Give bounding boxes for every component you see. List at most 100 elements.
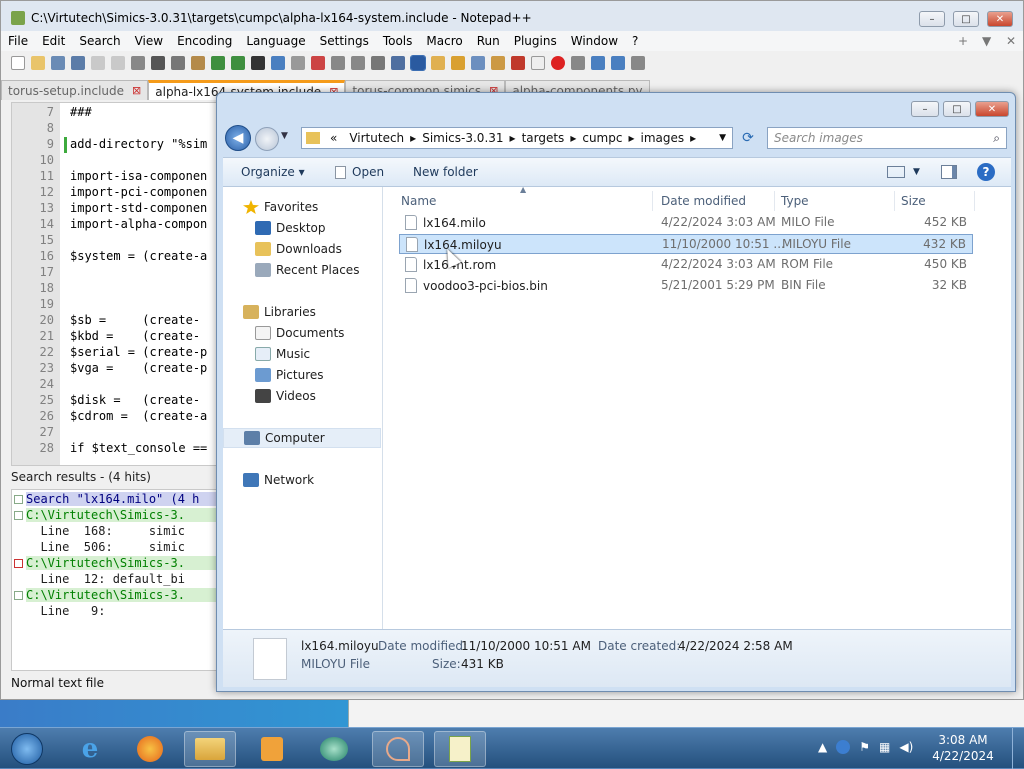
open-file-icon[interactable] bbox=[31, 56, 45, 70]
explorer-close-button[interactable]: ✕ bbox=[975, 101, 1009, 117]
word-wrap-icon[interactable] bbox=[371, 56, 385, 70]
code-editor[interactable]: 7 ### 8 9 add-directory "%sim 10 11 import-isa-… bbox=[11, 102, 219, 466]
menu-help[interactable]: ? bbox=[625, 34, 645, 48]
fold-toggle-icon[interactable] bbox=[14, 511, 23, 520]
run-macro-multiple-icon[interactable] bbox=[611, 56, 625, 70]
function-list-icon[interactable] bbox=[471, 56, 485, 70]
taskbar-firefox[interactable] bbox=[124, 731, 176, 767]
zoom-in-icon[interactable] bbox=[291, 56, 305, 70]
new-file-icon[interactable] bbox=[11, 56, 25, 70]
search-hit-line[interactable]: Line 168: simic bbox=[26, 524, 185, 538]
view-options-icon[interactable] bbox=[887, 166, 905, 178]
address-dropdown-icon[interactable]: ▼ bbox=[713, 133, 732, 143]
menu-tools[interactable]: Tools bbox=[376, 34, 420, 48]
zoom-out-icon[interactable] bbox=[311, 56, 325, 70]
view-dropdown-icon[interactable]: ▼ bbox=[913, 167, 920, 177]
taskbar-explorer[interactable] bbox=[184, 731, 236, 767]
column-header-date[interactable]: Date modified bbox=[655, 191, 775, 211]
close-tab-icon[interactable]: ⊠ bbox=[132, 84, 141, 97]
taskbar-internet-explorer[interactable]: e bbox=[64, 731, 116, 767]
back-button[interactable]: ◀ bbox=[225, 125, 251, 151]
copy-icon[interactable] bbox=[171, 56, 185, 70]
breadcrumb-overflow[interactable]: « bbox=[324, 131, 343, 145]
organize-button[interactable]: Organize ▾ bbox=[241, 165, 305, 179]
menu-plugins[interactable]: Plugins bbox=[507, 34, 564, 48]
taskbar-simics[interactable] bbox=[372, 731, 424, 767]
search-results-panel[interactable]: Search "lx164.milo" (4 h C:\Virtutech\Sim… bbox=[11, 489, 219, 671]
bluetooth-icon[interactable] bbox=[836, 740, 851, 754]
flag-icon[interactable]: ⚑ bbox=[859, 740, 870, 754]
stop-macro-icon[interactable] bbox=[571, 56, 585, 70]
open-button[interactable]: Open bbox=[335, 165, 384, 179]
explorer-minimize-button[interactable]: – bbox=[911, 101, 939, 117]
maximize-button[interactable]: □ bbox=[953, 11, 979, 27]
play-macro-icon[interactable] bbox=[591, 56, 605, 70]
volume-icon[interactable]: ◀) bbox=[899, 740, 913, 754]
taskbar-media-player[interactable] bbox=[246, 731, 298, 767]
menu-settings[interactable]: Settings bbox=[313, 34, 376, 48]
folder-workspace-icon[interactable] bbox=[491, 56, 505, 70]
help-icon[interactable]: ? bbox=[977, 163, 995, 181]
chevron-down-icon[interactable]: ▼ bbox=[975, 34, 998, 48]
search-query-line[interactable]: Search "lx164.milo" (4 h bbox=[26, 492, 218, 506]
menu-macro[interactable]: Macro bbox=[419, 34, 469, 48]
search-file-line[interactable]: C:\Virtutech\Simics-3. bbox=[26, 556, 218, 570]
replace-icon[interactable] bbox=[271, 56, 285, 70]
breadcrumb-targets[interactable]: targets bbox=[516, 131, 571, 145]
show-desktop-button[interactable] bbox=[1012, 728, 1024, 769]
start-button[interactable] bbox=[4, 731, 50, 767]
menu-run[interactable]: Run bbox=[470, 34, 507, 48]
breadcrumb-virtutech[interactable]: Virtutech bbox=[343, 131, 410, 145]
search-file-line[interactable]: C:\Virtutech\Simics-3. bbox=[26, 588, 218, 602]
menu-edit[interactable]: Edit bbox=[35, 34, 72, 48]
nav-favorites[interactable]: Favorites bbox=[243, 197, 401, 217]
find-icon[interactable] bbox=[251, 56, 265, 70]
show-hidden-icons-icon[interactable]: ▲ bbox=[818, 740, 827, 754]
column-header-name[interactable]: Name bbox=[395, 191, 653, 211]
search-input[interactable]: Search images ⌕ bbox=[767, 127, 1007, 149]
save-all-icon[interactable] bbox=[71, 56, 85, 70]
minimize-button[interactable]: – bbox=[919, 11, 945, 27]
udl-icon[interactable] bbox=[431, 56, 445, 70]
monitoring-icon[interactable] bbox=[511, 56, 525, 70]
menu-view[interactable]: View bbox=[128, 34, 170, 48]
menu-window[interactable]: Window bbox=[564, 34, 625, 48]
close-file-icon[interactable] bbox=[91, 56, 105, 70]
search-hit-line[interactable]: Line 506: simic bbox=[26, 540, 185, 554]
network-tray-icon[interactable]: ▦ bbox=[879, 740, 890, 754]
column-header-type[interactable]: Type bbox=[775, 191, 895, 211]
menu-language[interactable]: Language bbox=[239, 34, 312, 48]
sync-v-icon[interactable] bbox=[331, 56, 345, 70]
search-hit-line[interactable]: Line 9: bbox=[26, 604, 105, 618]
preview-pane-icon[interactable] bbox=[941, 165, 957, 179]
indent-guide-icon[interactable] bbox=[410, 55, 426, 71]
breadcrumb-images[interactable]: images bbox=[634, 131, 690, 145]
record-macro-icon[interactable] bbox=[551, 56, 565, 70]
tab-torus-setup[interactable]: torus-setup.include ⊠ bbox=[1, 80, 149, 100]
address-bar[interactable]: « Virtutech ▸ Simics-3.0.31 ▸ targets ▸ cum… bbox=[301, 127, 733, 149]
breadcrumb-cumpc[interactable]: cumpc bbox=[576, 131, 628, 145]
file-row[interactable]: lx164.miloyu 11/10/2000 10:51 ... MILOYU F… bbox=[399, 234, 973, 254]
clock[interactable]: 3:08 AM 4/22/2024 bbox=[928, 732, 998, 764]
plus-icon[interactable]: + bbox=[951, 34, 975, 48]
nav-network[interactable]: Network bbox=[243, 470, 401, 490]
taskbar-notepadpp[interactable] bbox=[434, 731, 486, 767]
explorer-maximize-button[interactable]: □ bbox=[943, 101, 971, 117]
save-icon[interactable] bbox=[51, 56, 65, 70]
nav-libraries[interactable]: Libraries bbox=[243, 302, 401, 322]
undo-icon[interactable] bbox=[211, 56, 225, 70]
fold-toggle-icon[interactable] bbox=[14, 495, 23, 504]
search-hit-line[interactable]: Line 12: default_bi bbox=[26, 572, 185, 586]
menu-encoding[interactable]: Encoding bbox=[170, 34, 239, 48]
show-all-chars-icon[interactable] bbox=[391, 56, 405, 70]
forward-button[interactable] bbox=[255, 127, 279, 151]
fold-toggle-icon[interactable] bbox=[14, 591, 23, 600]
file-row[interactable]: lx164nt.rom 4/22/2024 3:03 AM ROM File 450 … bbox=[399, 255, 973, 275]
file-row[interactable]: voodoo3-pci-bios.bin 5/21/2001 5:29 PM BIN… bbox=[399, 276, 973, 296]
breadcrumb-simics[interactable]: Simics-3.0.31 bbox=[416, 131, 509, 145]
menu-file[interactable]: File bbox=[1, 34, 35, 48]
cut-icon[interactable] bbox=[151, 56, 165, 70]
eye-icon[interactable] bbox=[531, 56, 545, 70]
taskbar-app[interactable] bbox=[308, 731, 360, 767]
save-macro-icon[interactable] bbox=[631, 56, 645, 70]
